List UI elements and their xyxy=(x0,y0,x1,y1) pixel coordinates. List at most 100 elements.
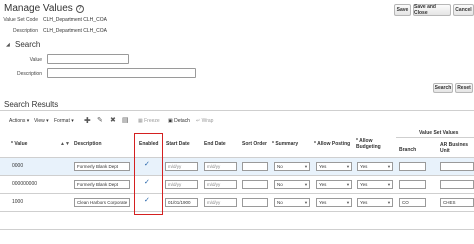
help-icon[interactable]: ? xyxy=(75,5,84,13)
chevron-down-icon: ▼ xyxy=(346,182,350,187)
column-header-value[interactable]: * Value xyxy=(11,141,27,147)
detach-icon: ▣ xyxy=(168,118,173,124)
column-header-allow-posting[interactable]: * Allow Posting xyxy=(314,141,350,147)
summary-value: No xyxy=(277,182,283,187)
end-date-placeholder: m/d/yy xyxy=(207,200,221,205)
ar-business-unit-input[interactable]: CHES xyxy=(440,198,474,207)
sort-order-input[interactable] xyxy=(242,162,268,171)
row-description-input[interactable]: Formerly Blank Dept xyxy=(74,162,130,171)
header-description: CLH_Department CLH_COA xyxy=(43,28,107,34)
detach-label: Detach xyxy=(174,118,190,124)
chevron-down-icon: ▼ xyxy=(346,164,350,169)
allow-posting-select[interactable]: Yes ▼ xyxy=(316,180,352,189)
allow-budgeting-select[interactable]: Yes ▼ xyxy=(357,162,393,171)
end-date-input[interactable]: m/d/yy xyxy=(204,162,237,171)
chevron-down-icon: ▼ xyxy=(387,200,391,205)
save-and-close-button[interactable]: Save and Close xyxy=(413,4,451,16)
start-date-input[interactable]: 01/01/1900 xyxy=(165,198,198,207)
start-date-placeholder: m/d/yy xyxy=(168,164,182,169)
sort-icon[interactable]: ▲▼ xyxy=(60,141,70,147)
end-date-placeholder: m/d/yy xyxy=(207,182,221,187)
chevron-down-icon: ▼ xyxy=(304,182,308,187)
end-date-input[interactable]: m/d/yy xyxy=(204,180,237,189)
format-menu[interactable]: Format ▾ xyxy=(54,118,74,124)
column-header-summary[interactable]: * Summary xyxy=(272,141,298,147)
sort-order-input[interactable] xyxy=(242,180,268,189)
chevron-down-icon: ▼ xyxy=(346,200,350,205)
branch-input[interactable] xyxy=(399,180,426,189)
search-value-input[interactable] xyxy=(47,54,129,64)
chevron-down-icon: ▾ xyxy=(46,118,49,124)
wrap-button[interactable]: ↵ Wrap xyxy=(196,118,213,124)
export-icon[interactable]: ▤ xyxy=(122,116,129,124)
column-group-value-set-values: Value Set Values xyxy=(419,130,459,136)
view-menu[interactable]: View ▾ xyxy=(34,118,49,124)
wrap-icon: ↵ xyxy=(196,118,201,124)
detach-button[interactable]: ▣ Detach xyxy=(168,118,190,124)
edit-icon[interactable]: ✎ xyxy=(97,116,103,124)
allow-posting-select[interactable]: Yes ▼ xyxy=(316,198,352,207)
summary-value: No xyxy=(277,200,283,205)
column-header-start-date[interactable]: Start Date xyxy=(166,141,190,147)
end-date-input[interactable]: m/d/yy xyxy=(204,198,237,207)
summary-select[interactable]: No ▼ xyxy=(274,180,310,189)
branch-input[interactable]: CO xyxy=(399,198,426,207)
summary-select[interactable]: No ▼ xyxy=(274,162,310,171)
delete-icon[interactable]: ✖ xyxy=(110,116,116,124)
header-description-label: Description xyxy=(12,28,38,34)
row-value[interactable]: 000000000 xyxy=(12,181,37,187)
value-set-code: CLH_Department CLH_COA xyxy=(43,17,107,23)
column-header-ar-business-unit[interactable]: AR Busines Unit xyxy=(440,142,468,154)
page-title: Manage Values? xyxy=(4,3,84,14)
results-section-title: Search Results xyxy=(4,100,59,109)
column-header-allow-budgeting[interactable]: * Allow Budgeting xyxy=(356,138,381,150)
sort-order-input[interactable] xyxy=(242,198,268,207)
allow-budgeting-value: Yes xyxy=(360,200,368,205)
freeze-button[interactable]: ▦ Freeze xyxy=(138,118,160,124)
value-set-code-label: Value Set Code xyxy=(3,17,38,23)
freeze-label: Freeze xyxy=(144,118,160,124)
search-description-input[interactable] xyxy=(47,68,196,78)
end-date-placeholder: m/d/yy xyxy=(207,164,221,169)
chevron-down-icon: ▼ xyxy=(387,182,391,187)
branch-input[interactable] xyxy=(399,162,426,171)
allow-budgeting-select[interactable]: Yes ▼ xyxy=(357,198,393,207)
wrap-label: Wrap xyxy=(201,118,214,124)
divider xyxy=(0,229,474,230)
divider xyxy=(0,175,474,176)
divider xyxy=(396,137,474,138)
ar-business-unit-input[interactable] xyxy=(440,180,474,189)
search-section-title: Search xyxy=(15,40,41,49)
actions-menu[interactable]: Actions ▾ xyxy=(9,118,29,124)
allow-posting-select[interactable]: Yes ▼ xyxy=(316,162,352,171)
enabled-column-highlight xyxy=(134,133,163,215)
allow-budgeting-value: Yes xyxy=(360,182,368,187)
column-header-branch[interactable]: Branch xyxy=(399,147,416,153)
search-description-label: Description xyxy=(16,71,42,77)
reset-button[interactable]: Reset xyxy=(455,83,473,93)
collapse-triangle-icon[interactable]: ◢ xyxy=(6,42,10,48)
search-button[interactable]: Search xyxy=(433,83,453,93)
start-date-input[interactable]: m/d/yy xyxy=(165,180,198,189)
allow-budgeting-value: Yes xyxy=(360,164,368,169)
ar-business-unit-input[interactable] xyxy=(440,162,474,171)
cancel-button[interactable]: Cancel xyxy=(453,4,474,16)
allow-budgeting-line2: Budgeting xyxy=(356,144,381,150)
row-description-input[interactable]: Clean Harbors Corporate xyxy=(74,198,130,207)
chevron-down-icon: ▾ xyxy=(26,118,30,124)
row-value[interactable]: 1000 xyxy=(12,199,23,205)
chevron-down-icon: ▼ xyxy=(387,164,391,169)
add-icon[interactable]: ✚ xyxy=(84,116,91,125)
row-value[interactable]: 0000 xyxy=(12,163,23,169)
summary-select[interactable]: No ▼ xyxy=(274,198,310,207)
divider xyxy=(0,193,474,194)
save-button[interactable]: Save xyxy=(394,4,411,16)
row-description-input[interactable]: Formerly Blank Dept xyxy=(74,180,130,189)
allow-budgeting-select[interactable]: Yes ▼ xyxy=(357,180,393,189)
start-date-input[interactable]: m/d/yy xyxy=(165,162,198,171)
view-label: View xyxy=(34,118,45,124)
summary-value: No xyxy=(277,164,283,169)
column-header-description[interactable]: Description xyxy=(74,141,102,147)
column-header-end-date[interactable]: End Date xyxy=(204,141,226,147)
column-header-sort-order[interactable]: Sort Order xyxy=(242,141,267,147)
